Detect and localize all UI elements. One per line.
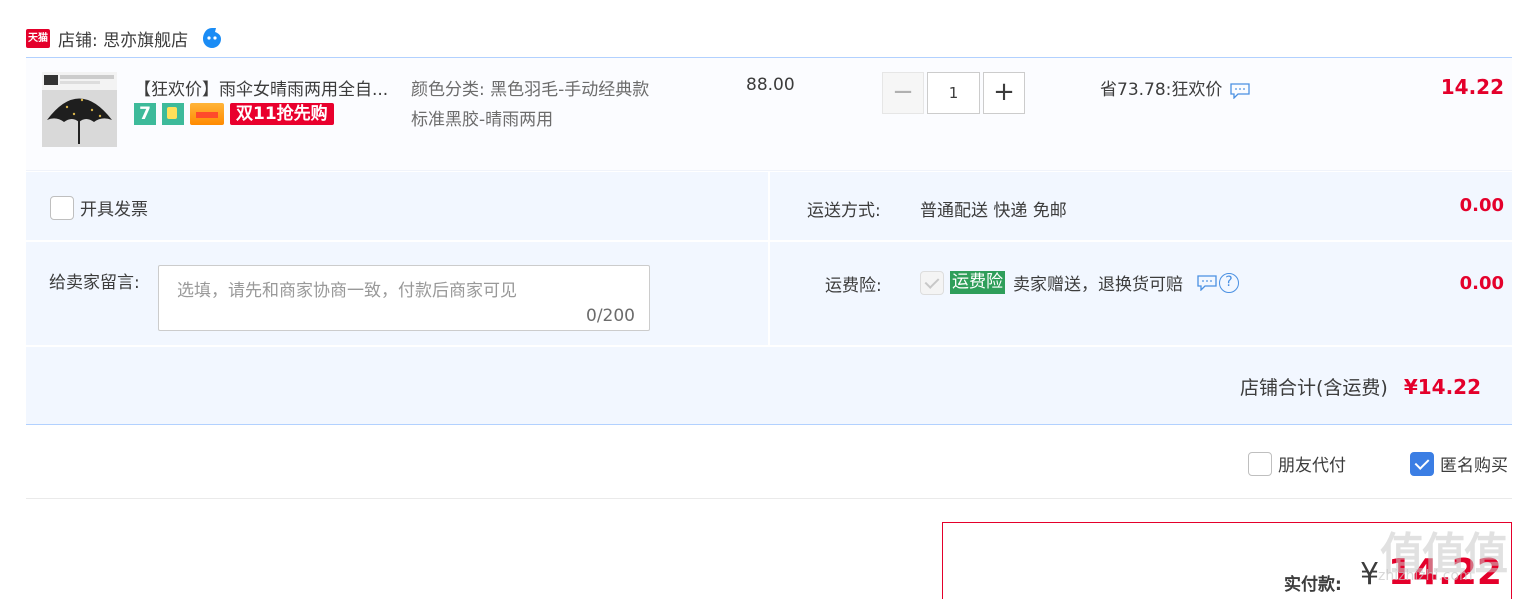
- actual-payment-label: 实付款:: [1284, 575, 1342, 595]
- shopping-bag-icon: [162, 103, 184, 125]
- currency-symbol: ¥: [1360, 557, 1380, 592]
- shipping-price: 0.00: [1459, 195, 1504, 216]
- anonymous-buy-label: 匿名购买: [1440, 456, 1508, 476]
- anonymous-buy-option[interactable]: 匿名购买: [1410, 451, 1508, 476]
- comment-icon[interactable]: [1230, 82, 1251, 99]
- insurance-icons: ?: [1197, 272, 1239, 293]
- invoice-option[interactable]: 开具发票: [50, 195, 148, 220]
- divider: [26, 345, 1512, 347]
- increase-quantity-button[interactable]: +: [983, 72, 1025, 114]
- friend-pay-checkbox[interactable]: [1248, 451, 1272, 476]
- shipping-method-label: 运送方式:: [807, 201, 881, 221]
- product-title[interactable]: 【狂欢价】雨伞女晴雨两用全自...: [134, 75, 404, 100]
- shop-header: 天猫 店铺: 思亦旗舰店: [26, 20, 224, 56]
- wangwang-icon[interactable]: [200, 26, 224, 50]
- item-subtotal: 14.22: [1440, 75, 1504, 99]
- order-options-panel: 开具发票 给卖家留言: 选填，请先和商家协商一致，付款后商家可见 0/200 运…: [26, 172, 1512, 425]
- tmall-icon: 天猫: [26, 28, 50, 48]
- shipping-insurance-text: 卖家赠送，退换货可赔: [1013, 275, 1183, 295]
- help-icon[interactable]: ?: [1219, 272, 1239, 293]
- shop-total: 店铺合计(含运费) ¥14.22: [1240, 373, 1481, 400]
- shop-total-label: 店铺合计(含运费): [1240, 377, 1388, 399]
- product-badges: 7 双11抢先购: [134, 103, 334, 125]
- quantity-stepper: − 1 +: [882, 72, 1025, 114]
- seven-day-return-icon: 7: [134, 103, 156, 125]
- shop-total-value: ¥14.22: [1403, 374, 1482, 399]
- shipping-insurance-badge: 运费险: [950, 271, 1005, 294]
- shipping-insurance-option: 运费险 卖家赠送，退换货可赔 ?: [920, 270, 1239, 295]
- shipping-method-value: 普通配送 快递 免邮: [920, 201, 1067, 221]
- friend-pay-label: 朋友代付: [1278, 456, 1346, 476]
- promotion-text: 省73.78:狂欢价: [1100, 80, 1223, 100]
- seller-message-input[interactable]: 选填，请先和商家协商一致，付款后商家可见 0/200: [158, 265, 650, 331]
- product-thumbnail[interactable]: [42, 72, 117, 147]
- invoice-label: 开具发票: [80, 200, 148, 220]
- watermark-url: zhizhizhi.com: [1378, 568, 1473, 584]
- character-count: 0/200: [586, 306, 635, 326]
- shipping-insurance-checkbox: [920, 270, 944, 295]
- order-item-row: 【狂欢价】雨伞女晴雨两用全自... 7 双11抢先购 颜色分类: 黑色羽毛-手动…: [26, 58, 1512, 171]
- seller-message-placeholder: 选填，请先和商家协商一致，付款后商家可见: [177, 281, 517, 301]
- shop-name[interactable]: 店铺: 思亦旗舰店: [58, 26, 188, 51]
- seller-message-label: 给卖家留言:: [49, 273, 140, 293]
- divider: [768, 172, 770, 346]
- shipping-insurance-price: 0.00: [1459, 273, 1504, 294]
- divider: [26, 240, 1512, 242]
- decrease-quantity-button[interactable]: −: [882, 72, 924, 114]
- promotion-info: 省73.78:狂欢价: [1100, 75, 1251, 100]
- credit-card-icon: [190, 103, 224, 125]
- sku-line-2: 标准黑胶-晴雨两用: [411, 110, 554, 130]
- unit-price: 88.00: [746, 75, 795, 95]
- product-sku: 颜色分类: 黑色羽毛-手动经典款 标准黑胶-晴雨两用: [411, 75, 649, 135]
- double-eleven-badge: 双11抢先购: [230, 103, 334, 125]
- comment-icon[interactable]: [1197, 274, 1217, 291]
- sku-line-1: 颜色分类: 黑色羽毛-手动经典款: [411, 80, 650, 100]
- anonymous-buy-checkbox[interactable]: [1410, 451, 1434, 476]
- invoice-checkbox[interactable]: [50, 195, 74, 220]
- divider: [26, 498, 1512, 499]
- shipping-insurance-label: 运费险:: [825, 276, 882, 296]
- friend-pay-option[interactable]: 朋友代付: [1248, 451, 1346, 476]
- quantity-input[interactable]: 1: [927, 72, 980, 114]
